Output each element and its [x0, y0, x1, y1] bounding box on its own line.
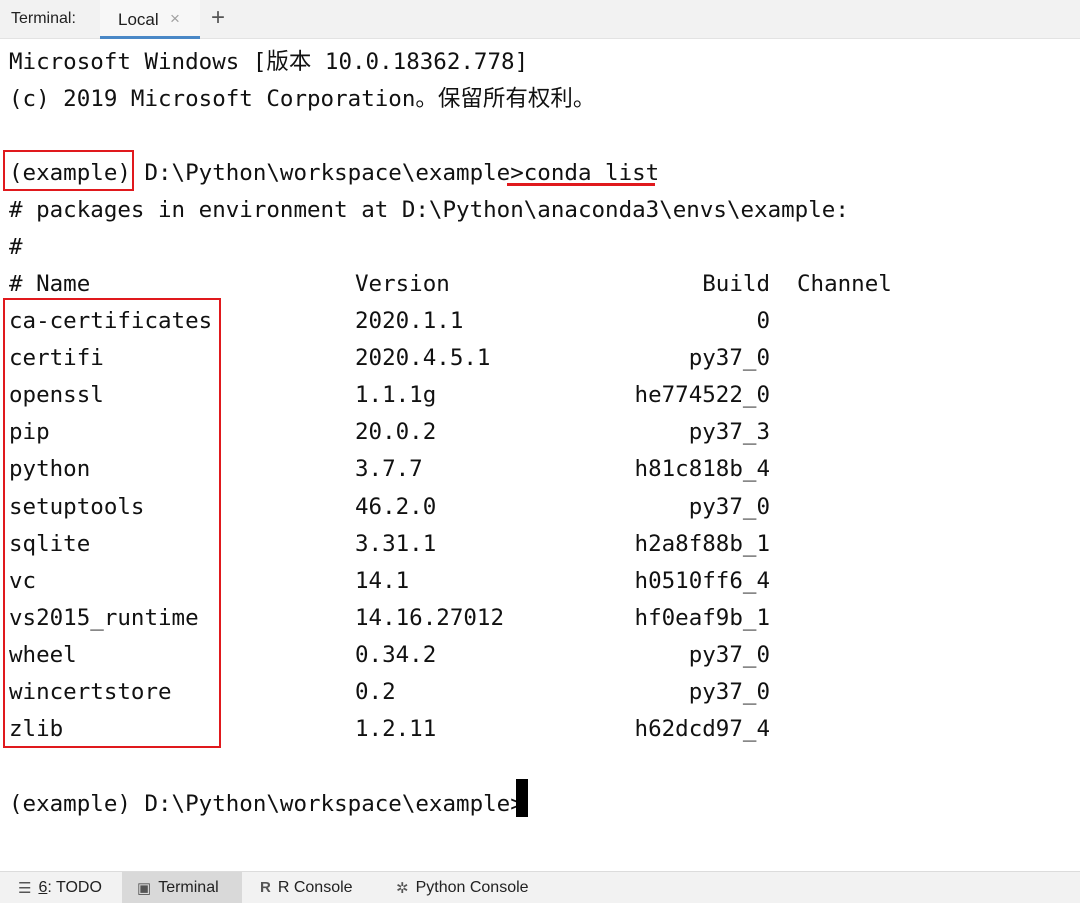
package-version: 14.16.27012 [355, 605, 505, 631]
terminal-label: Terminal: [11, 10, 76, 27]
final-prompt: (example) D:\Python\workspace\example> [9, 791, 524, 817]
info-line: # packages in environment at D:\Python\a… [9, 197, 849, 223]
package-version: 1.1.1g [355, 382, 437, 408]
column-header-build: Build [702, 271, 770, 297]
r-console-tool-button[interactable]: R R Console [260, 872, 353, 903]
prompt-path: D:\Python\workspace\example> [130, 160, 524, 186]
python-console-tool-button[interactable]: ✲ Python Console [396, 872, 529, 903]
package-version: 2020.1.1 [355, 308, 464, 334]
close-icon[interactable]: × [170, 9, 180, 29]
list-icon: ☰ [18, 879, 32, 897]
terminal-tabbar: Terminal: Local × + [0, 0, 1080, 39]
package-build: py37_3 [688, 419, 770, 445]
r-console-label: R Console [277, 878, 353, 896]
package-build: 0 [756, 308, 770, 334]
package-build: he774522_0 [634, 382, 770, 408]
hash-line: # [9, 234, 23, 260]
r-logo-icon: R [260, 879, 271, 896]
add-tab-icon[interactable]: + [211, 5, 225, 31]
package-build: hf0eaf9b_1 [634, 605, 770, 631]
column-header-name: # Name [9, 271, 91, 297]
command-underline [507, 183, 655, 186]
terminal-output[interactable]: Microsoft Windows [版本 10.0.18362.778] (c… [0, 40, 1080, 870]
terminal-tool-label: Terminal [158, 878, 219, 896]
header-line-1: Microsoft Windows [版本 10.0.18362.778] [9, 49, 529, 75]
terminal-tool-button[interactable]: ▣ Terminal [122, 872, 242, 903]
python-icon: ✲ [396, 879, 409, 897]
package-version: 1.2.11 [355, 716, 437, 742]
todo-label: : TODO [47, 878, 102, 896]
env-highlight-box [3, 150, 134, 191]
package-version: 0.34.2 [355, 642, 437, 668]
package-names-highlight-box [3, 298, 221, 748]
package-build: py37_0 [688, 642, 770, 668]
header-line-2: (c) 2019 Microsoft Corporation。保留所有权利。 [9, 86, 596, 112]
todo-number: 6 [38, 878, 48, 896]
package-version: 3.31.1 [355, 531, 437, 557]
package-build: h0510ff6_4 [634, 568, 770, 594]
package-version: 14.1 [355, 568, 410, 594]
package-version: 2020.4.5.1 [355, 345, 491, 371]
package-build: h81c818b_4 [634, 456, 770, 482]
tab-local[interactable]: Local × [100, 0, 200, 39]
terminal-icon: ▣ [137, 879, 152, 897]
package-build: h62dcd97_4 [634, 716, 770, 742]
package-version: 3.7.7 [355, 456, 423, 482]
package-version: 20.0.2 [355, 419, 437, 445]
tool-window-bar: ☰ 6: TODO ▣ Terminal R R Console ✲ Pytho… [0, 871, 1080, 903]
package-version: 0.2 [355, 679, 396, 705]
python-console-label: Python Console [415, 878, 529, 896]
todo-tool-button[interactable]: ☰ 6: TODO [18, 872, 102, 903]
text-cursor [516, 779, 528, 817]
tab-local-label: Local [118, 10, 159, 29]
package-build: h2a8f88b_1 [634, 531, 770, 557]
package-build: py37_0 [688, 679, 770, 705]
package-build: py37_0 [688, 345, 770, 371]
package-build: py37_0 [688, 494, 770, 520]
package-version: 46.2.0 [355, 494, 437, 520]
column-header-channel: Channel [797, 271, 892, 297]
column-header-version: Version [355, 271, 450, 297]
